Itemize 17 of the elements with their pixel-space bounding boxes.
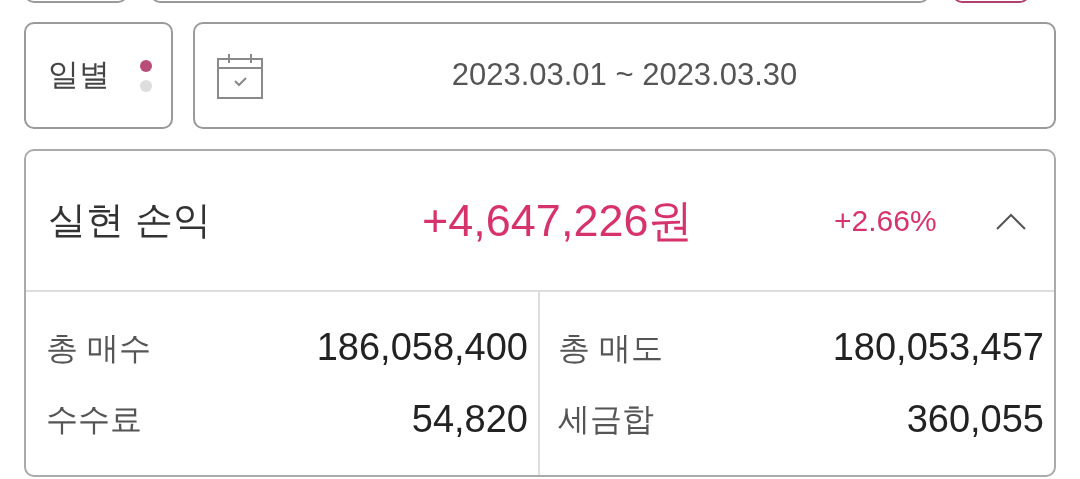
calendar-icon xyxy=(217,52,263,99)
item-value: 180,053,457 xyxy=(832,325,1044,371)
period-label: 일별 xyxy=(48,56,110,95)
profit-rate: +2.66% xyxy=(834,203,938,239)
item-value: 360,055 xyxy=(906,396,1044,442)
date-range-field[interactable]: 2023.03.01 ~ 2023.03.30 xyxy=(193,22,1056,129)
item-label: 총 매도 xyxy=(558,328,663,368)
date-range: 2023.03.01 ~ 2023.03.30 xyxy=(450,56,799,95)
profit-amount: +4,647,226원 xyxy=(422,193,695,248)
item-value: 54,820 xyxy=(411,396,528,442)
item-value: 186,058,400 xyxy=(316,325,528,371)
period-selector[interactable]: 일별 xyxy=(24,22,173,129)
item-label: 수수료 xyxy=(46,400,142,440)
item-label: 총 매수 xyxy=(46,328,151,368)
item-label: 세금합 xyxy=(558,400,654,440)
chevron-up-icon[interactable] xyxy=(996,211,1026,230)
summary-title: 실현 손익 xyxy=(48,198,212,243)
